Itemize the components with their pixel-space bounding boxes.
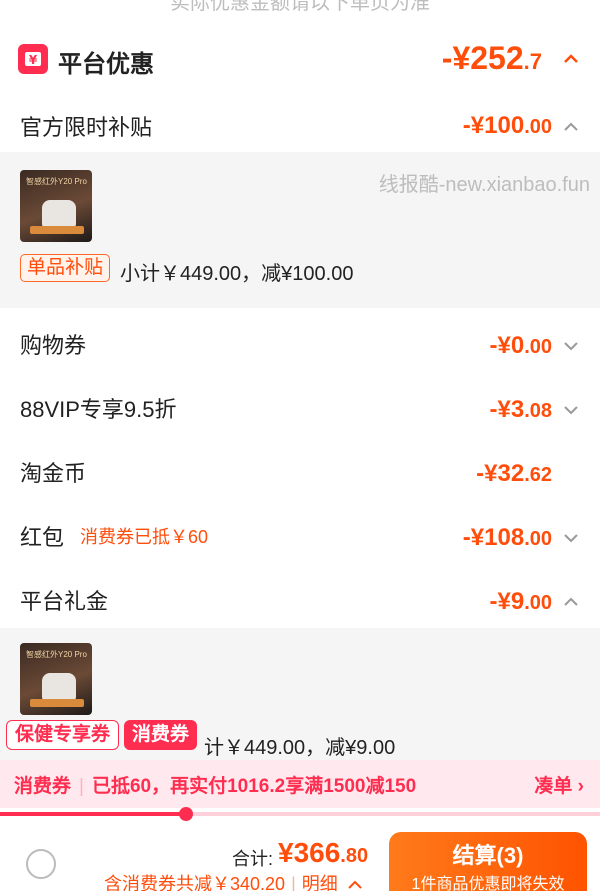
shopping-coupon-amount: -¥0.00 xyxy=(489,332,552,359)
single-item-subsidy-tag: 单品补贴 xyxy=(20,254,111,282)
taojinbi-row: 淘金币 -¥32.62 xyxy=(0,446,600,500)
chevron-up-icon[interactable] xyxy=(560,116,582,138)
chevron-up-icon xyxy=(348,880,362,889)
promo-text: 消费券 | 已抵60，再实付1016.2享满1500减150 xyxy=(14,776,417,797)
chevron-down-icon[interactable] xyxy=(560,399,582,421)
chevron-up-icon[interactable] xyxy=(560,48,582,70)
hongbao-label: 红包 xyxy=(20,525,65,550)
top-hint-text: 实际优惠金额请以下单页为准 xyxy=(170,0,430,14)
checkout-footer: 合计: ¥366.80 含消费券共减￥340.20 | 明细 结算(3) 1件商品优… xyxy=(0,822,600,891)
platform-discount-title: 平台优惠 xyxy=(58,51,154,78)
hongbao-consumption-note: 消费券已抵￥60 xyxy=(80,527,209,547)
product-thumbnail[interactable]: 智感红外Y20 Pro xyxy=(20,170,92,242)
watermark-text: 线报酷-new.xianbao.fun xyxy=(378,174,590,196)
total-amount: ¥366.80 xyxy=(278,837,369,868)
yuan-coupon-icon: ¥ xyxy=(18,44,48,74)
product-thumbnail[interactable]: 智感红外Y20 Pro xyxy=(20,643,92,715)
discount-summary[interactable]: 含消费券共减￥340.20 | 明细 xyxy=(104,870,363,891)
promo-label: 消费券 xyxy=(14,776,72,797)
hongbao-amount: -¥108.00 xyxy=(462,524,552,551)
vip-discount-label: 88VIP专享9.5折 xyxy=(20,397,177,422)
vip-discount-amount: -¥3.08 xyxy=(489,396,552,423)
platform-gift-amount: -¥9.00 xyxy=(489,588,552,615)
health-coupon-tag: 保健专享券 xyxy=(6,720,120,750)
promo-detail: 已抵60，再实付1016.2享满1500减150 xyxy=(91,776,417,797)
chevron-down-icon[interactable] xyxy=(560,527,582,549)
platform-discount-amount: -¥252.7 xyxy=(441,40,542,76)
taojinbi-amount: -¥32.62 xyxy=(476,460,552,487)
vip-discount-row[interactable]: 88VIP专享9.5折 -¥3.08 xyxy=(0,382,600,436)
detail-link[interactable]: 明细 xyxy=(302,874,338,891)
promo-progress-dot xyxy=(179,807,193,821)
svg-text:¥: ¥ xyxy=(29,53,38,67)
subsidy-subtotal: 小计￥449.00，减¥100.00 xyxy=(120,263,354,285)
add-items-link[interactable]: 凑单 › xyxy=(534,771,584,798)
official-subsidy-row[interactable]: 官方限时补贴 -¥100.00 xyxy=(0,100,600,154)
shopping-coupon-label: 购物券 xyxy=(20,333,87,358)
platform-gift-label: 平台礼金 xyxy=(20,589,109,614)
platform-gift-row[interactable]: 平台礼金 -¥9.00 xyxy=(0,574,600,628)
checkout-button[interactable]: 结算(3) 1件商品优惠即将失效 xyxy=(389,832,587,891)
promo-progress-fill xyxy=(0,812,186,816)
promo-bar: 消费券 | 已抵60，再实付1016.2享满1500减150 凑单 › xyxy=(0,760,600,808)
consumption-coupon-tag: 消费券 xyxy=(124,720,198,750)
gift-subtotal: 计￥449.00，减¥9.00 xyxy=(204,737,396,759)
shopping-coupon-row[interactable]: 购物券 -¥0.00 xyxy=(0,318,600,372)
select-all-radio[interactable] xyxy=(26,849,56,879)
official-subsidy-amount: -¥100.00 xyxy=(462,112,552,139)
chevron-up-icon[interactable] xyxy=(560,591,582,613)
official-subsidy-label: 官方限时补贴 xyxy=(20,115,153,140)
chevron-down-icon[interactable] xyxy=(560,335,582,357)
taojinbi-label: 淘金币 xyxy=(20,461,87,486)
total-label: 合计: xyxy=(232,849,274,869)
